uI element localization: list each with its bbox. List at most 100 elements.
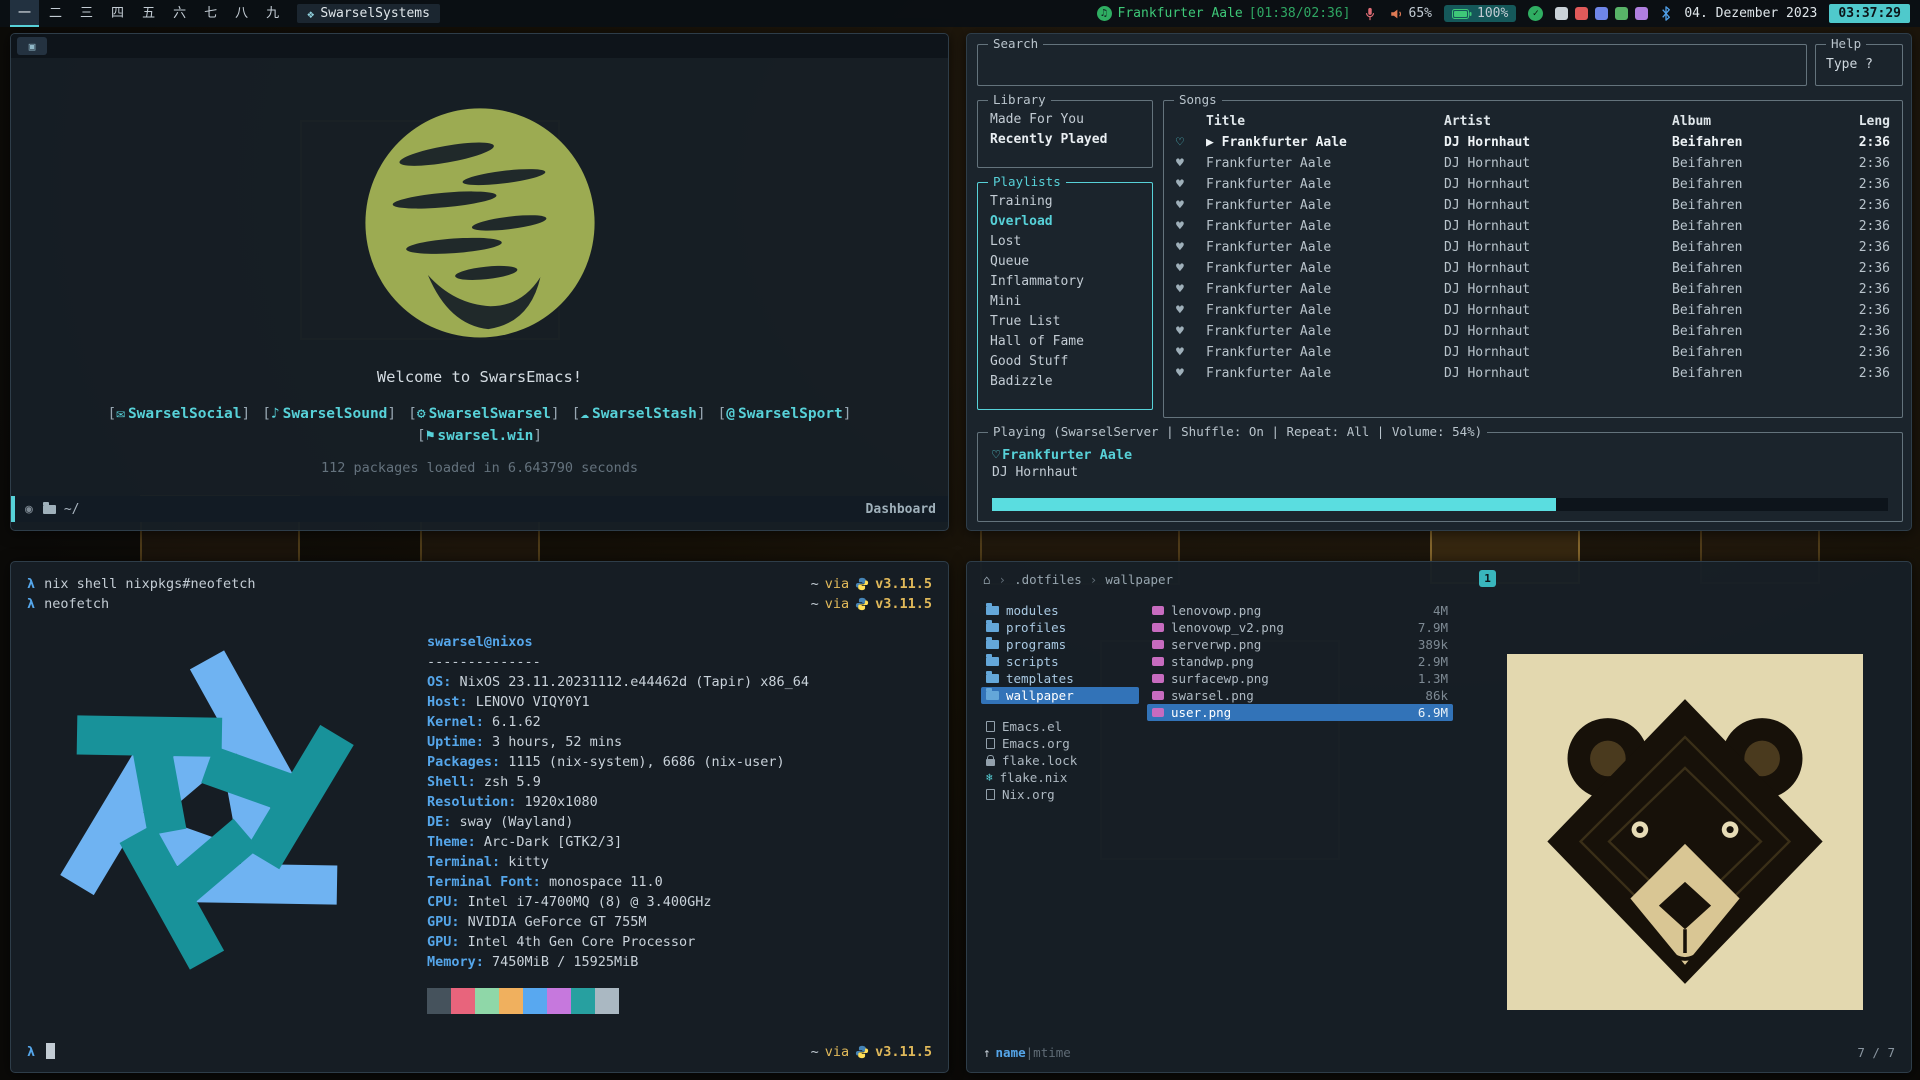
dashboard-button-swarselswarsel[interactable]: [⚙SwarselSwarsel]: [408, 406, 559, 422]
heart-filled-icon[interactable]: ♥: [1176, 300, 1206, 321]
workspace-1[interactable]: 一: [10, 0, 39, 27]
focused-window-title[interactable]: ❖ SwarselSystems: [297, 4, 440, 23]
terminal-cursor[interactable]: [46, 1043, 55, 1059]
playlist-item[interactable]: Overload: [978, 212, 1152, 232]
song-row[interactable]: ♥Frankfurter AaleDJ HornhautBeifahren2:3…: [1164, 258, 1902, 279]
library-item[interactable]: Made For You: [978, 110, 1152, 130]
heart-filled-icon[interactable]: ♥: [1176, 363, 1206, 384]
song-row[interactable]: ♥Frankfurter AaleDJ HornhautBeifahren2:3…: [1164, 174, 1902, 195]
file-row[interactable]: Emacs.org: [981, 735, 1139, 752]
workspace-3[interactable]: 三: [72, 0, 101, 27]
home-icon[interactable]: ⌂: [983, 572, 991, 587]
workspace-2[interactable]: 二: [41, 0, 70, 27]
song-row[interactable]: ♥Frankfurter AaleDJ HornhautBeifahren2:3…: [1164, 216, 1902, 237]
song-row[interactable]: ♥Frankfurter AaleDJ HornhautBeifahren2:3…: [1164, 195, 1902, 216]
files-tab-indicator[interactable]: 1: [1479, 570, 1496, 587]
heart-filled-icon[interactable]: ♥: [1176, 237, 1206, 258]
bar-date[interactable]: 04. Dezember 2023: [1684, 6, 1817, 21]
heart-filled-icon[interactable]: ♥: [1176, 195, 1206, 216]
tray-icon-3[interactable]: [1595, 7, 1608, 20]
breadcrumb-wallpaper[interactable]: wallpaper: [1105, 572, 1173, 587]
file-row[interactable]: lenovowp_v2.png7.9M: [1147, 619, 1453, 636]
battery-module[interactable]: 100%: [1444, 5, 1516, 22]
workspaces: 一二三四五六七八九: [10, 0, 287, 27]
file-row[interactable]: swarsel.png86k: [1147, 687, 1453, 704]
playlist-item[interactable]: Training: [978, 192, 1152, 212]
bar-time[interactable]: 03:37:29: [1829, 4, 1910, 23]
song-row[interactable]: ♥Frankfurter AaleDJ HornhautBeifahren2:3…: [1164, 321, 1902, 342]
heart-filled-icon[interactable]: ♥: [1176, 321, 1206, 342]
workspace-7[interactable]: 七: [196, 0, 225, 27]
workspace-9[interactable]: 九: [258, 0, 287, 27]
song-row[interactable]: ♥Frankfurter AaleDJ HornhautBeifahren2:3…: [1164, 279, 1902, 300]
progress-bar[interactable]: [992, 498, 1888, 511]
playlist-item[interactable]: Inflammatory: [978, 272, 1152, 292]
file-row[interactable]: wallpaper: [981, 687, 1139, 704]
heart-outline-icon[interactable]: ♡: [1176, 132, 1206, 153]
playlist-item[interactable]: Mini: [978, 292, 1152, 312]
microphone-icon[interactable]: [1363, 6, 1377, 22]
file-row[interactable]: ❄flake.nix: [981, 769, 1139, 786]
tray-icon-4[interactable]: [1615, 7, 1628, 20]
terminal-window[interactable]: λnix shell nixpkgs#neofetch ~ via v3.11.…: [10, 561, 949, 1073]
heart-filled-icon[interactable]: ♥: [1176, 342, 1206, 363]
sort-mode[interactable]: name: [996, 1045, 1026, 1060]
tray-icon-2[interactable]: [1575, 7, 1588, 20]
workspace-8[interactable]: 八: [227, 0, 256, 27]
playlist-item[interactable]: Hall of Fame: [978, 332, 1152, 352]
file-row[interactable]: Emacs.el: [981, 718, 1139, 735]
heart-filled-icon[interactable]: ♥: [1176, 153, 1206, 174]
workspace-5[interactable]: 五: [134, 0, 163, 27]
playlist-item[interactable]: Good Stuff: [978, 352, 1152, 372]
heart-filled-icon[interactable]: ♥: [1176, 279, 1206, 300]
heart-filled-icon[interactable]: ♥: [1176, 258, 1206, 279]
file-row[interactable]: templates: [981, 670, 1139, 687]
heart-outline-icon[interactable]: ♡: [992, 447, 1000, 463]
playlist-item[interactable]: Lost: [978, 232, 1152, 252]
file-row[interactable]: user.png6.9M: [1147, 704, 1453, 721]
dashboard-button-swarselstash[interactable]: [☁SwarselStash]: [572, 406, 706, 422]
playlist-item[interactable]: Badizzle: [978, 372, 1152, 392]
song-row[interactable]: ♥Frankfurter AaleDJ HornhautBeifahren2:3…: [1164, 153, 1902, 174]
dashboard-button-swarselsport[interactable]: [@SwarselSport]: [718, 406, 852, 422]
dashboard-button-swarselsound[interactable]: [♪SwarselSound]: [262, 406, 396, 422]
song-row[interactable]: ♥Frankfurter AaleDJ HornhautBeifahren2:3…: [1164, 300, 1902, 321]
file-row[interactable]: surfacewp.png1.3M: [1147, 670, 1453, 687]
song-length: 2:36: [1838, 153, 1890, 174]
playlist-item[interactable]: Queue: [978, 252, 1152, 272]
song-row[interactable]: ♥Frankfurter AaleDJ HornhautBeifahren2:3…: [1164, 342, 1902, 363]
file-row[interactable]: scripts: [981, 653, 1139, 670]
tray-icon-5[interactable]: [1635, 7, 1648, 20]
song-row[interactable]: ♡▶ Frankfurter AaleDJ HornhautBeifahren2…: [1164, 132, 1902, 153]
bluetooth-icon[interactable]: [1660, 5, 1672, 22]
bar-now-playing-module[interactable]: ♫ Frankfurter Aale [01:38/02:36]: [1097, 6, 1351, 21]
playlist-item[interactable]: True List: [978, 312, 1152, 332]
file-row[interactable]: programs: [981, 636, 1139, 653]
volume-module[interactable]: 65%: [1389, 6, 1432, 21]
field-label: Terminal Font:: [427, 874, 541, 890]
workspace-6[interactable]: 六: [165, 0, 194, 27]
file-row[interactable]: standwp.png2.9M: [1147, 653, 1453, 670]
neofetch-field: Terminal Font: monospace 11.0: [427, 872, 932, 892]
library-item[interactable]: Recently Played: [978, 130, 1152, 150]
file-row[interactable]: serverwp.png389k: [1147, 636, 1453, 653]
file-row[interactable]: profiles: [981, 619, 1139, 636]
heart-filled-icon[interactable]: ♥: [1176, 216, 1206, 237]
file-entry: swarsel.png: [1152, 688, 1254, 703]
tray-icon-1[interactable]: [1555, 7, 1568, 20]
song-row[interactable]: ♥Frankfurter AaleDJ HornhautBeifahren2:3…: [1164, 363, 1902, 384]
song-row[interactable]: ♥Frankfurter AaleDJ HornhautBeifahren2:3…: [1164, 237, 1902, 258]
emacs-tab[interactable]: ▣: [17, 37, 47, 55]
dashboard-button-swarselsocial[interactable]: [✉SwarselSocial]: [107, 406, 250, 422]
file-row[interactable]: modules: [981, 602, 1139, 619]
search-box[interactable]: Search: [977, 44, 1807, 86]
file-row[interactable]: Nix.org: [981, 786, 1139, 803]
workspace-4[interactable]: 四: [103, 0, 132, 27]
breadcrumb-.dotfiles[interactable]: .dotfiles: [1014, 572, 1082, 587]
dashboard-button-swarsel.win[interactable]: [⚑swarsel.win]: [417, 428, 542, 444]
heart-filled-icon[interactable]: ♥: [1176, 174, 1206, 195]
sort-alt[interactable]: |mtime: [1026, 1045, 1071, 1060]
file-row[interactable]: lenovowp.png4M: [1147, 602, 1453, 619]
check-icon[interactable]: ✓: [1528, 6, 1543, 21]
file-row[interactable]: flake.lock: [981, 752, 1139, 769]
